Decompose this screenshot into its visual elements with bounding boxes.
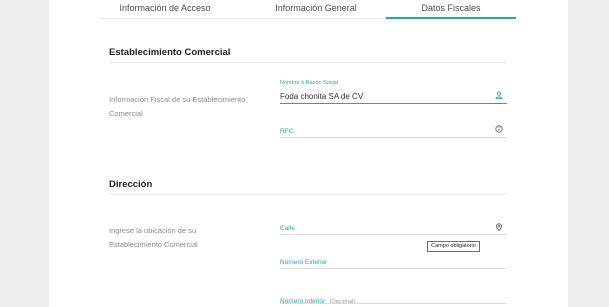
direccion-description: Ingrese la ubicación de su Establecimien… — [109, 226, 198, 249]
calle-field — [280, 221, 507, 237]
tab-bar: Información de Acceso Información Genera… — [100, 0, 516, 19]
calle-input[interactable] — [280, 221, 507, 233]
section-divider — [109, 62, 507, 63]
calle-underline — [280, 234, 507, 235]
section-title-direccion: Dirección — [109, 179, 153, 190]
rfc-input[interactable] — [280, 124, 507, 136]
numero-interior-underline — [280, 303, 507, 304]
tab-informacion-acceso[interactable]: Información de Acceso — [100, 0, 230, 19]
razon-social-underline — [280, 103, 507, 104]
razon-social-label: Nombre ó Razón Social — [280, 80, 339, 86]
form-card: Información de Acceso Información Genera… — [49, 0, 568, 307]
info-icon[interactable] — [495, 125, 503, 133]
razon-social-input[interactable] — [280, 90, 507, 102]
section-divider — [109, 194, 507, 195]
numero-exterior-input[interactable] — [280, 255, 507, 267]
rfc-underline — [280, 137, 507, 138]
numero-exterior-underline — [280, 268, 507, 269]
numero-interior-optional: (Opcional) — [329, 299, 355, 305]
establecimiento-description: Información Fiscal de su Establecimiento… — [109, 95, 246, 118]
location-pin-icon — [495, 223, 503, 231]
required-field-tooltip: Campo obligatorio — [427, 241, 480, 252]
razon-social-field: Nombre ó Razón Social — [280, 80, 507, 106]
section-title-establecimiento: Establecimiento Comercial — [109, 47, 231, 58]
numero-interior-field[interactable]: Número Interior (Opcional) — [280, 290, 507, 306]
user-icon — [495, 91, 503, 99]
tab-informacion-general[interactable]: Información General — [250, 0, 382, 19]
numero-exterior-field — [280, 255, 507, 271]
rfc-field — [280, 123, 507, 139]
tab-datos-fiscales[interactable]: Datos Fiscales — [386, 0, 516, 19]
